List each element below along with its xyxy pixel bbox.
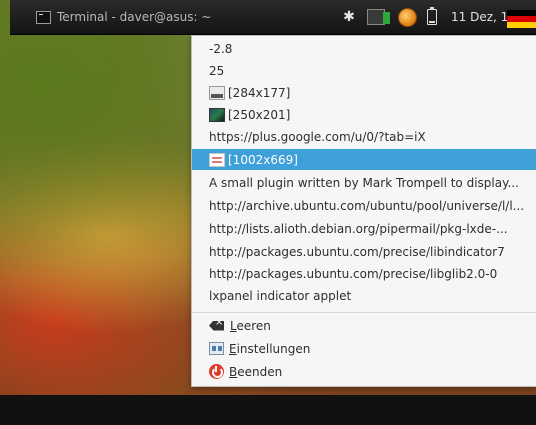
- history-item[interactable]: http://lists.alioth.debian.org/pipermail…: [192, 218, 536, 239]
- image-thumbnail-photo-icon: [209, 107, 225, 122]
- history-item[interactable]: https://plus.google.com/u/0/?tab=iX: [192, 126, 536, 147]
- settings-label: Einstellungen: [229, 341, 311, 356]
- clipboard-history-menu: -2.8 25 [284x177] [250x201] https://plus…: [191, 35, 536, 387]
- history-item-label: [284x177]: [228, 85, 291, 100]
- history-item-image[interactable]: [250x201]: [192, 104, 536, 125]
- history-item-image[interactable]: [284x177]: [192, 82, 536, 103]
- clear-history-button[interactable]: Leeren: [192, 315, 536, 336]
- clear-label: Leeren: [230, 318, 271, 333]
- settings-button[interactable]: Einstellungen: [192, 338, 536, 359]
- history-item[interactable]: 25: [192, 60, 536, 81]
- history-item-label: A small plugin written by Mark Trompell …: [209, 175, 519, 190]
- history-item-image-selected[interactable]: [1002x669]: [192, 149, 536, 170]
- history-item[interactable]: http://packages.ubuntu.com/precise/libin…: [192, 241, 536, 262]
- history-item-label: http://archive.ubuntu.com/ubuntu/pool/un…: [209, 198, 525, 213]
- bottom-edge: [0, 395, 536, 425]
- history-item-label: [1002x669]: [228, 152, 298, 167]
- history-item-label: 25: [209, 63, 225, 78]
- power-icon: [209, 364, 224, 379]
- top-panel: Terminal - daver@asus: ~ ✱ 11 Dez, 19:37: [10, 0, 536, 35]
- history-item[interactable]: http://archive.ubuntu.com/ubuntu/pool/un…: [192, 195, 536, 216]
- language-flag-icon[interactable]: [507, 10, 536, 28]
- clear-backspace-icon: [209, 320, 224, 331]
- history-item[interactable]: A small plugin written by Mark Trompell …: [192, 172, 536, 193]
- history-item[interactable]: lxpanel indicator applet: [192, 285, 536, 306]
- image-thumbnail-page-icon: [209, 152, 225, 167]
- history-item-label: https://plus.google.com/u/0/?tab=iX: [209, 129, 426, 144]
- terminal-icon: [36, 10, 51, 24]
- history-item-label: lxpanel indicator applet: [209, 288, 352, 303]
- quit-label: Beenden: [229, 364, 283, 379]
- image-thumbnail-drive-icon: [209, 85, 225, 100]
- settings-icon: [209, 342, 224, 355]
- quit-button[interactable]: Beenden: [192, 361, 536, 382]
- battery-icon[interactable]: [425, 0, 439, 34]
- bluetooth-icon[interactable]: ✱: [342, 0, 356, 34]
- history-item[interactable]: http://packages.ubuntu.com/precise/libgl…: [192, 263, 536, 284]
- clipit-icon[interactable]: [396, 0, 418, 34]
- history-item-label: http://packages.ubuntu.com/precise/libin…: [209, 244, 505, 259]
- taskbar-window-title: Terminal - daver@asus: ~: [57, 10, 212, 24]
- menu-separator: [192, 312, 536, 313]
- history-item-label: http://lists.alioth.debian.org/pipermail…: [209, 221, 508, 236]
- history-item-label: http://packages.ubuntu.com/precise/libgl…: [209, 266, 498, 281]
- history-item-label: [250x201]: [228, 107, 291, 122]
- taskbar-terminal-button[interactable]: Terminal - daver@asus: ~: [36, 6, 212, 28]
- history-item[interactable]: -2.8: [192, 38, 536, 59]
- network-manager-icon[interactable]: [364, 0, 390, 34]
- history-item-label: -2.8: [209, 41, 233, 56]
